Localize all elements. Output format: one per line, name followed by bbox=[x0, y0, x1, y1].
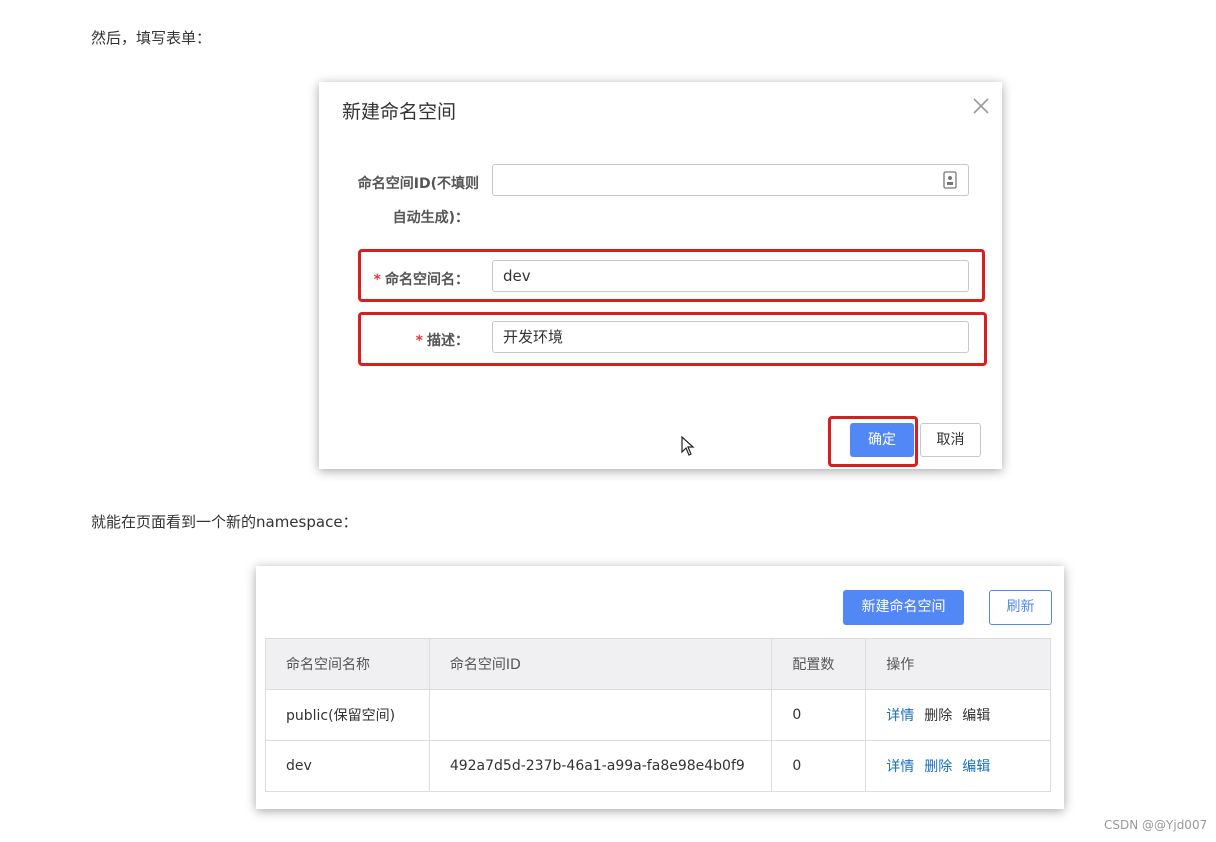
description-label-text: 描述： bbox=[427, 333, 469, 349]
detail-link[interactable]: 详情 bbox=[886, 759, 914, 775]
id-card-icon bbox=[943, 171, 957, 189]
namespace-table: 命名空间名称 命名空间ID 配置数 操作 public(保留空间) 0 详情 删除… bbox=[265, 638, 1051, 792]
description-label: * 描述： bbox=[339, 330, 469, 350]
confirm-button[interactable]: 确定 bbox=[850, 423, 914, 457]
description-input[interactable]: 开发环境 bbox=[492, 321, 969, 353]
delete-link[interactable]: 删除 bbox=[924, 759, 952, 775]
cell-namespace-name: public(保留空间) bbox=[265, 689, 430, 741]
dialog-title: 新建命名空间 bbox=[342, 101, 457, 123]
cell-operations: 详情 删除 编辑 bbox=[865, 689, 1051, 741]
namespace-name-input[interactable]: dev bbox=[492, 260, 969, 292]
delete-link-disabled: 删除 bbox=[924, 708, 953, 724]
edit-link-disabled: 编辑 bbox=[962, 708, 991, 724]
refresh-button[interactable]: 刷新 bbox=[989, 590, 1052, 625]
intro-text: 然后，填写表单： bbox=[91, 29, 212, 47]
cancel-button[interactable]: 取消 bbox=[920, 423, 981, 457]
column-header-ops: 操作 bbox=[865, 638, 1051, 690]
column-header-name: 命名空间名称 bbox=[265, 638, 430, 690]
table-header-row: 命名空间名称 命名空间ID 配置数 操作 bbox=[265, 638, 1051, 690]
mouse-cursor-icon bbox=[681, 436, 695, 456]
cell-config-count: 0 bbox=[771, 689, 867, 741]
table-row: public(保留空间) 0 详情 删除 编辑 bbox=[265, 689, 1051, 741]
detail-link[interactable]: 详情 bbox=[886, 708, 914, 724]
required-mark: * bbox=[373, 272, 381, 288]
middle-text: 就能在页面看到一个新的namespace： bbox=[91, 513, 358, 531]
namespace-list-panel: 新建命名空间 刷新 命名空间名称 命名空间ID 配置数 操作 public(保留… bbox=[256, 566, 1064, 809]
cell-operations: 详情 删除 编辑 bbox=[865, 740, 1051, 792]
namespace-name-label-text: 命名空间名： bbox=[385, 272, 469, 288]
namespace-id-label-line1: 命名空间ID(不填则 bbox=[357, 176, 479, 192]
cell-namespace-id: 492a7d5d-237b-46a1-a99a-fa8e98e4b0f9 bbox=[428, 740, 773, 792]
cell-config-count: 0 bbox=[771, 740, 867, 792]
namespace-id-label-line2: 自动生成)： bbox=[392, 210, 469, 226]
column-header-count: 配置数 bbox=[771, 638, 867, 690]
new-namespace-button[interactable]: 新建命名空间 bbox=[843, 590, 964, 625]
create-namespace-dialog: 新建命名空间 命名空间ID(不填则 自动生成)： * 命名空间名： dev * 描述… bbox=[319, 82, 1002, 469]
table-row: dev 492a7d5d-237b-46a1-a99a-fa8e98e4b0f9… bbox=[265, 740, 1051, 792]
namespace-name-label: * 命名空间名： bbox=[339, 269, 469, 289]
watermark: CSDN @@Yjd007 bbox=[1104, 818, 1208, 832]
close-icon[interactable] bbox=[969, 94, 993, 118]
required-mark: * bbox=[415, 333, 423, 349]
namespace-id-input[interactable] bbox=[492, 164, 969, 196]
edit-link[interactable]: 编辑 bbox=[962, 759, 990, 775]
cell-namespace-name: dev bbox=[265, 740, 430, 792]
column-header-id: 命名空间ID bbox=[428, 638, 773, 690]
cell-namespace-id bbox=[428, 689, 773, 741]
